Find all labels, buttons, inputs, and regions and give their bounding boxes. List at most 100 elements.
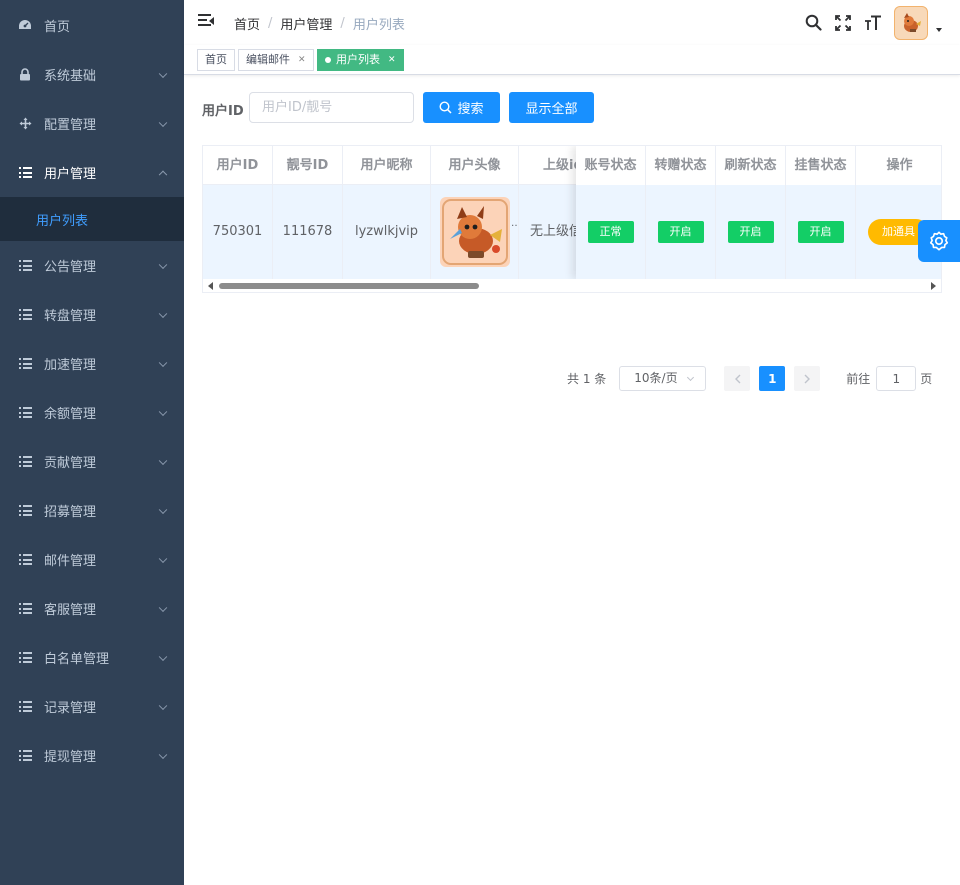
- fixed-table-row[interactable]: 正常 开启 开启 开启 加通具: [576, 185, 941, 279]
- sidebar-item-mail[interactable]: 邮件管理: [0, 535, 184, 584]
- list-icon: [18, 749, 32, 763]
- column-header: 挂售状态: [786, 146, 856, 185]
- column-header: 靓号ID: [273, 146, 343, 185]
- jump-suffix: 页: [920, 372, 933, 386]
- chevron-down-icon: [158, 358, 168, 367]
- chevron-down-icon: [158, 407, 168, 416]
- search-button-label: 搜索: [457, 102, 484, 117]
- fullscreen-icon[interactable]: [828, 8, 858, 38]
- list-icon: [18, 651, 32, 665]
- sidebar-item-user-management[interactable]: 用户管理: [0, 148, 184, 197]
- avatar[interactable]: [894, 5, 928, 40]
- prev-page-button[interactable]: [724, 366, 751, 391]
- caret-down-icon[interactable]: [936, 27, 942, 32]
- sidebar-subitem-user-list[interactable]: 用户列表: [0, 197, 184, 241]
- sidebar-item-balance[interactable]: 余额管理: [0, 388, 184, 437]
- sidebar-subitem-label: 用户列表: [36, 213, 89, 229]
- list-icon: [18, 259, 32, 273]
- cell-avatar: ‥: [431, 185, 519, 279]
- account-status-button[interactable]: 正常: [587, 220, 634, 243]
- sidebar-item-wheel[interactable]: 转盘管理: [0, 290, 184, 339]
- sidebar-item-label: 用户管理: [44, 167, 97, 182]
- search-input[interactable]: [249, 92, 414, 123]
- pagination-total: 共 1 条: [567, 372, 607, 386]
- hamburger-icon[interactable]: [198, 14, 214, 28]
- column-header: 账号状态: [576, 146, 646, 185]
- sidebar-item-label: 首页: [44, 19, 71, 35]
- dashboard-icon: [18, 18, 32, 32]
- sidebar-item-speedup[interactable]: 加速管理: [0, 339, 184, 388]
- cell-nickname: lyzwlkjvip: [343, 185, 431, 279]
- chevron-down-icon: [158, 701, 168, 710]
- sidebar-item-customer-service[interactable]: 客服管理: [0, 584, 184, 633]
- refresh-status-button[interactable]: 开启: [727, 220, 774, 243]
- user-avatar-image[interactable]: [439, 196, 510, 267]
- close-icon[interactable]: ✕: [388, 50, 396, 70]
- tag-home[interactable]: 首页: [197, 49, 235, 71]
- breadcrumb-separator: /: [340, 16, 345, 31]
- sidebar-item-label: 转盘管理: [44, 309, 97, 324]
- chevron-down-icon: [158, 750, 168, 759]
- sidebar-item-system[interactable]: 系统基础: [0, 50, 184, 99]
- list-icon: [18, 504, 32, 518]
- tag-label: 用户列表: [336, 53, 380, 66]
- sidebar-item-whitelist[interactable]: 白名单管理: [0, 633, 184, 682]
- cell-sale-status: 开启: [786, 185, 856, 279]
- pagination: 共 1 条 10条/页 1 前往 页: [567, 366, 932, 391]
- sidebar-item-contribution[interactable]: 贡献管理: [0, 437, 184, 486]
- chevron-up-icon: [158, 170, 168, 179]
- column-header: 操作: [856, 146, 941, 185]
- page-size-select[interactable]: 10条/页: [619, 366, 707, 391]
- sidebar-item-home[interactable]: 首页: [0, 0, 184, 50]
- chevron-right-icon: [804, 374, 810, 383]
- list-icon: [18, 406, 32, 420]
- list-icon: [18, 602, 32, 616]
- sidebar-item-records[interactable]: 记录管理: [0, 682, 184, 731]
- sidebar-item-announcement[interactable]: 公告管理: [0, 241, 184, 290]
- transfer-status-button[interactable]: 开启: [657, 220, 704, 243]
- breadcrumb-user-management[interactable]: 用户管理: [280, 14, 332, 33]
- show-all-button[interactable]: 显示全部: [509, 92, 594, 123]
- column-header: 转赠状态: [646, 146, 716, 185]
- sidebar-item-label: 提现管理: [44, 750, 97, 765]
- sidebar-item-label: 余额管理: [44, 407, 97, 422]
- breadcrumb-current: 用户列表: [352, 18, 405, 33]
- font-size-icon[interactable]: [858, 8, 888, 38]
- breadcrumb: 首页 / 用户管理 / 用户列表: [234, 14, 405, 33]
- sidebar-item-label: 系统基础: [44, 69, 97, 84]
- sidebar-item-label: 客服管理: [44, 603, 97, 618]
- close-icon[interactable]: ✕: [298, 50, 306, 70]
- active-dot-icon: [325, 57, 331, 63]
- breadcrumb-home[interactable]: 首页: [234, 14, 260, 33]
- chevron-down-icon: [158, 603, 168, 612]
- search-icon[interactable]: [798, 8, 828, 38]
- cell-account-status: 正常: [576, 185, 646, 279]
- scroll-right-icon[interactable]: [931, 282, 936, 290]
- chevron-down-icon: [158, 309, 168, 318]
- page-number-button[interactable]: 1: [759, 366, 786, 391]
- settings-button[interactable]: [918, 220, 960, 262]
- page-jump-input[interactable]: [876, 366, 917, 391]
- sidebar-item-label: 贡献管理: [44, 456, 97, 471]
- sidebar-item-config[interactable]: 配置管理: [0, 99, 184, 148]
- sidebar-item-label: 公告管理: [44, 260, 97, 275]
- tag-user-list[interactable]: 用户列表 ✕: [317, 49, 404, 71]
- tag-edit-mail[interactable]: 编辑邮件 ✕: [238, 49, 314, 71]
- tag-label: 首页: [205, 53, 227, 66]
- scroll-thumb[interactable]: [219, 283, 479, 289]
- sidebar-item-recruit[interactable]: 招募管理: [0, 486, 184, 535]
- sidebar: 首页 系统基础 配置管理 用户管理 用户列表 公告管理 转盘管理 加速管理 余额…: [0, 0, 184, 885]
- list-icon: [18, 308, 32, 322]
- move-icon: [18, 117, 32, 131]
- user-table: 用户ID 靓号ID 用户昵称 用户头像 上级id 750301 111678 l…: [202, 145, 942, 293]
- jump-prefix: 前往: [846, 372, 871, 386]
- sidebar-item-withdraw[interactable]: 提现管理: [0, 731, 184, 780]
- next-page-button[interactable]: [794, 366, 821, 391]
- navbar: 首页 / 用户管理 / 用户列表: [184, 0, 960, 45]
- sidebar-item-label: 配置管理: [44, 118, 97, 133]
- cell-user-id: 750301: [203, 185, 273, 279]
- scroll-left-icon[interactable]: [208, 282, 213, 290]
- search-button[interactable]: 搜索: [423, 92, 500, 123]
- horizontal-scrollbar[interactable]: [203, 279, 941, 292]
- sale-status-button[interactable]: 开启: [797, 220, 844, 243]
